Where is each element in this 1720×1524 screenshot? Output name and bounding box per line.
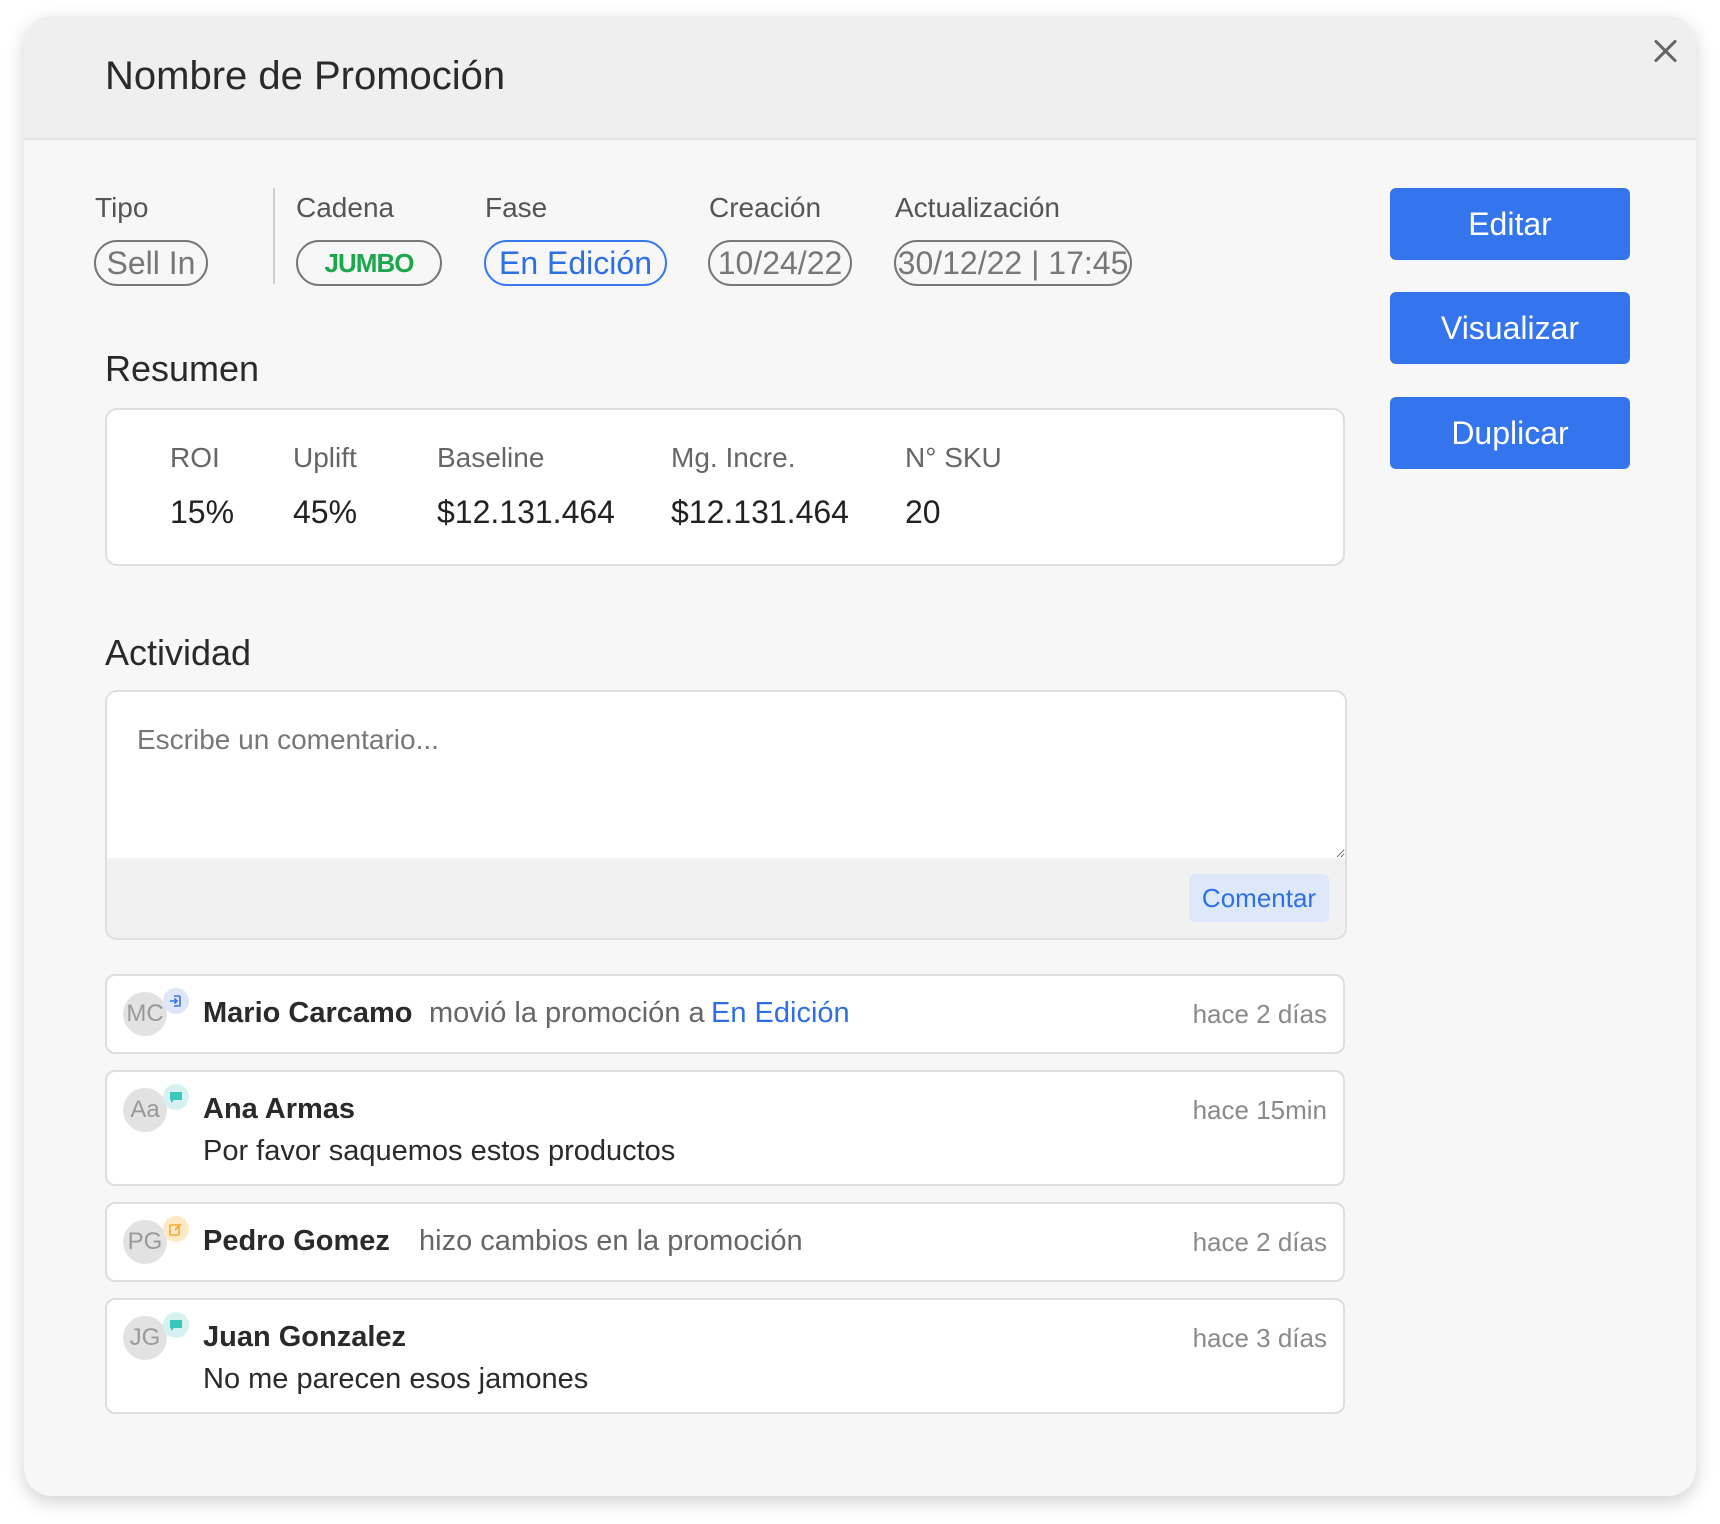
mg-incre-value: $12.131.464: [671, 494, 849, 530]
activity-comment: No me parecen esos jamones: [203, 1363, 589, 1395]
activity-user-name: Ana Armas: [203, 1093, 356, 1125]
comment-button[interactable]: Comentar: [1189, 874, 1329, 922]
sku-value: 20: [905, 494, 941, 530]
avatar: PG: [123, 1220, 167, 1264]
activity-text: hizo cambios en la promoción: [419, 1225, 803, 1257]
avatar: MC: [123, 992, 167, 1036]
activity-item: PG Pedro Gomez hizo cambios en la promoc…: [105, 1202, 1345, 1282]
cadena-label: Cadena: [296, 192, 395, 223]
activity-time: hace 3 días: [1192, 1323, 1327, 1353]
login-icon: [163, 988, 189, 1014]
sku-label: N° SKU: [905, 442, 1002, 473]
chat-icon: [163, 1084, 189, 1110]
modal-header: Nombre de Promoción: [24, 16, 1696, 140]
modal-title: Nombre de Promoción: [105, 54, 506, 98]
creacion-label: Creación: [709, 192, 822, 223]
activity-comment: Por favor saquemos estos productos: [203, 1135, 676, 1167]
activity-title: Actividad: [105, 632, 252, 673]
activity-time: hace 15min: [1192, 1095, 1327, 1125]
edit-button[interactable]: Editar: [1390, 188, 1630, 260]
activity-text: movió la promoción a: [429, 997, 705, 1029]
activity-time: hace 2 días: [1192, 1227, 1327, 1257]
activity-user-name: Pedro Gomez: [203, 1225, 390, 1257]
comment-box: Comentar: [105, 690, 1347, 940]
comment-input[interactable]: [107, 692, 1345, 858]
comment-footer: Comentar: [107, 858, 1345, 938]
baseline-label: Baseline: [437, 442, 545, 473]
fase-pill: En Edición: [484, 240, 667, 286]
actualizacion-label: Actualización: [895, 192, 1060, 223]
tipo-label: Tipo: [95, 192, 149, 223]
cadena-logo: JUMBO: [296, 240, 442, 286]
avatar: Aa: [123, 1088, 167, 1132]
fase-label: Fase: [485, 192, 548, 223]
summary-title: Resumen: [105, 348, 260, 389]
activity-item: Aa Ana Armas hace 15min Por favor saquem…: [105, 1070, 1345, 1186]
activity-item: JG Juan Gonzalez hace 3 días No me parec…: [105, 1298, 1345, 1414]
avatar: JG: [123, 1316, 167, 1360]
chat-icon: [163, 1312, 189, 1338]
tipo-pill: Sell In: [94, 240, 208, 286]
close-icon[interactable]: [1648, 34, 1682, 68]
activity-time: hace 2 días: [1192, 999, 1327, 1029]
mg-incre-label: Mg. Incre.: [671, 442, 796, 473]
meta-divider: [273, 188, 275, 284]
uplift-label: Uplift: [293, 442, 357, 473]
roi-label: ROI: [170, 442, 220, 473]
duplicate-button[interactable]: Duplicar: [1390, 397, 1630, 469]
edit-icon: [163, 1216, 189, 1242]
roi-value: 15%: [170, 494, 235, 530]
activity-item: MC Mario Carcamo movió la promoción a En…: [105, 974, 1345, 1054]
view-button[interactable]: Visualizar: [1390, 292, 1630, 364]
uplift-value: 45%: [293, 494, 358, 530]
baseline-value: $12.131.464: [437, 494, 615, 530]
activity-phase-link[interactable]: En Edición: [711, 997, 850, 1030]
promotion-modal: Nombre de Promoción Tipo Sell In Cadena …: [24, 16, 1696, 1496]
activity-user-name: Mario Carcamo: [203, 997, 413, 1029]
summary-card: ROI 15% Uplift 45% Baseline $12.131.464 …: [105, 408, 1345, 566]
activity-user-name: Juan Gonzalez: [203, 1321, 407, 1353]
actualizacion-pill: 30/12/22 | 17:45: [894, 240, 1132, 286]
creacion-pill: 10/24/22: [708, 240, 852, 286]
